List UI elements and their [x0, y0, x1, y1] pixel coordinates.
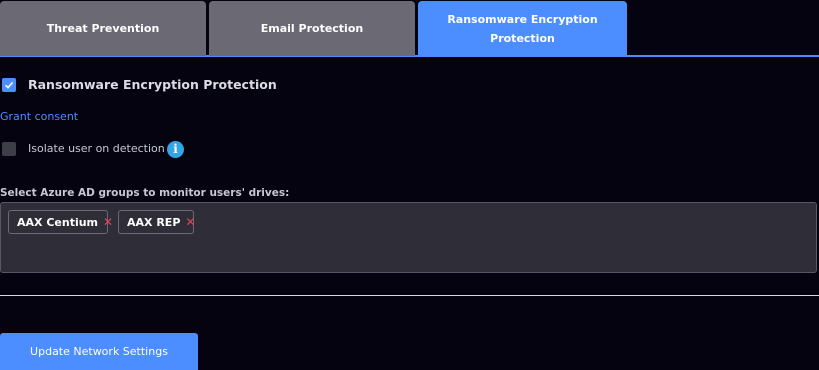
update-button-label: Update Network Settings: [30, 345, 168, 358]
settings-page: Threat Prevention Email Protection Ranso…: [0, 0, 819, 370]
groups-select-input[interactable]: AAX Centium ✕ AAX REP ✕: [0, 202, 817, 273]
groups-label: Select Azure AD groups to monitor users'…: [0, 187, 290, 199]
section-divider: [0, 295, 819, 296]
info-icon[interactable]: i: [167, 141, 184, 158]
group-chip-label: AAX REP: [127, 215, 181, 229]
check-icon: [4, 81, 14, 89]
tab-label: Email Protection: [260, 22, 364, 35]
group-chip-label: AAX Centium: [17, 215, 99, 229]
tab-label: Ransomware Encryption Protection: [447, 12, 598, 45]
tab-label: Threat Prevention: [46, 22, 160, 35]
group-chip: AAX Centium ✕: [8, 210, 113, 234]
isolate-user-label: Isolate user on detection: [28, 142, 165, 155]
tab-email-protection[interactable]: Email Protection: [209, 1, 415, 56]
tab-ransomware-encryption-protection[interactable]: Ransomware Encryption Protection: [418, 1, 627, 56]
section-title: Ransomware Encryption Protection: [28, 77, 277, 92]
tab-threat-prevention[interactable]: Threat Prevention: [0, 1, 206, 56]
close-icon[interactable]: ✕: [185, 216, 195, 228]
update-network-settings-button[interactable]: Update Network Settings: [0, 333, 198, 370]
group-chip: AAX REP ✕: [118, 210, 195, 234]
close-icon[interactable]: ✕: [103, 216, 113, 228]
ransomware-enabled-checkbox[interactable]: [2, 78, 16, 92]
tab-bar: Threat Prevention Email Protection Ranso…: [0, 0, 819, 57]
isolate-user-checkbox[interactable]: [2, 142, 16, 156]
grant-consent-link[interactable]: Grant consent: [0, 109, 78, 125]
